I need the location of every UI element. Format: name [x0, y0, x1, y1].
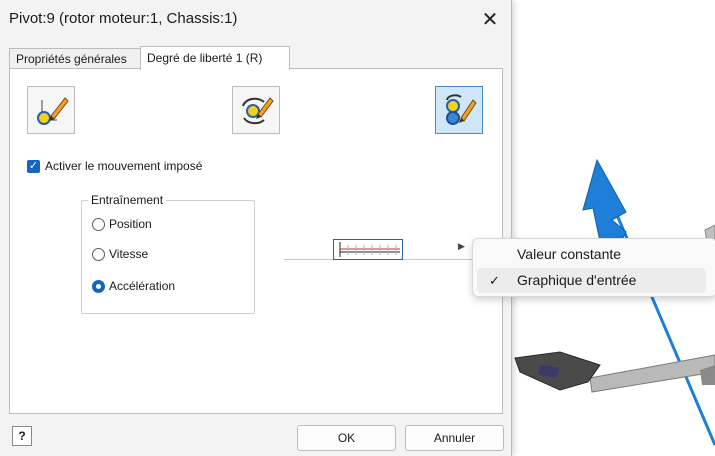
menu-item-constant-value[interactable]: Valeur constante	[477, 242, 706, 267]
drive-group: Entraînement Position Vitesse Accélérati…	[81, 193, 255, 314]
menu-item-label: Valeur constante	[517, 246, 622, 262]
radio-unselected-icon	[92, 217, 105, 231]
menu-item-input-graph[interactable]: ✓ Graphique d'entrée	[477, 268, 706, 293]
cancel-button[interactable]: Annuler	[405, 425, 504, 451]
context-menu: Valeur constante ✓ Graphique d'entrée	[472, 238, 715, 297]
radio-velocity[interactable]: Vitesse	[92, 247, 148, 261]
radio-position[interactable]: Position	[92, 217, 152, 231]
help-icon: ?	[18, 429, 26, 443]
rod-part	[589, 354, 715, 393]
checkbox-checked-icon: ✓	[27, 159, 40, 173]
help-button[interactable]: ?	[12, 426, 32, 446]
tab-degree-of-freedom[interactable]: Degré de liberté 1 (R)	[140, 46, 290, 70]
edit-position-icon	[37, 97, 69, 125]
imposed-motion-button[interactable]	[435, 86, 483, 134]
tab-general-properties[interactable]: Propriétés générales	[9, 48, 149, 69]
input-graph-field: ▶	[284, 237, 474, 260]
pivot-dialog: Pivot:9 (rotor moteur:1, Chassis:1) ✕ Pr…	[0, 0, 512, 456]
edit-rotation-button[interactable]	[232, 86, 280, 134]
expand-arrow-icon[interactable]: ▶	[458, 241, 465, 252]
input-graph-button[interactable]	[333, 239, 403, 260]
ok-button[interactable]: OK	[297, 425, 396, 451]
title-bar: Pivot:9 (rotor moteur:1, Chassis:1) ✕	[0, 0, 511, 38]
graph-thumbnail-icon	[339, 242, 400, 257]
radio-acceleration-label: Accélération	[109, 279, 176, 293]
menu-item-label: Graphique d'entrée	[517, 272, 637, 288]
check-icon: ✓	[489, 273, 500, 288]
close-button[interactable]: ✕	[474, 4, 506, 34]
dialog-title: Pivot:9 (rotor moteur:1, Chassis:1)	[9, 10, 238, 27]
radio-position-label: Position	[109, 217, 152, 231]
edit-position-button[interactable]	[27, 86, 75, 134]
enable-motion-checkbox[interactable]: ✓ Activer le mouvement imposé	[27, 159, 202, 173]
radio-unselected-icon	[92, 247, 105, 261]
radio-selected-icon	[92, 279, 105, 293]
radio-acceleration[interactable]: Accélération	[92, 279, 175, 293]
imposed-motion-icon	[446, 94, 477, 125]
dof-panel: ✓ Activer le mouvement imposé Entraîneme…	[9, 68, 503, 414]
radio-velocity-label: Vitesse	[109, 247, 149, 261]
drive-group-legend: Entraînement	[88, 193, 167, 207]
edit-rotation-icon	[242, 97, 274, 125]
close-icon: ✕	[481, 8, 499, 31]
enable-motion-label: Activer le mouvement imposé	[45, 159, 203, 173]
